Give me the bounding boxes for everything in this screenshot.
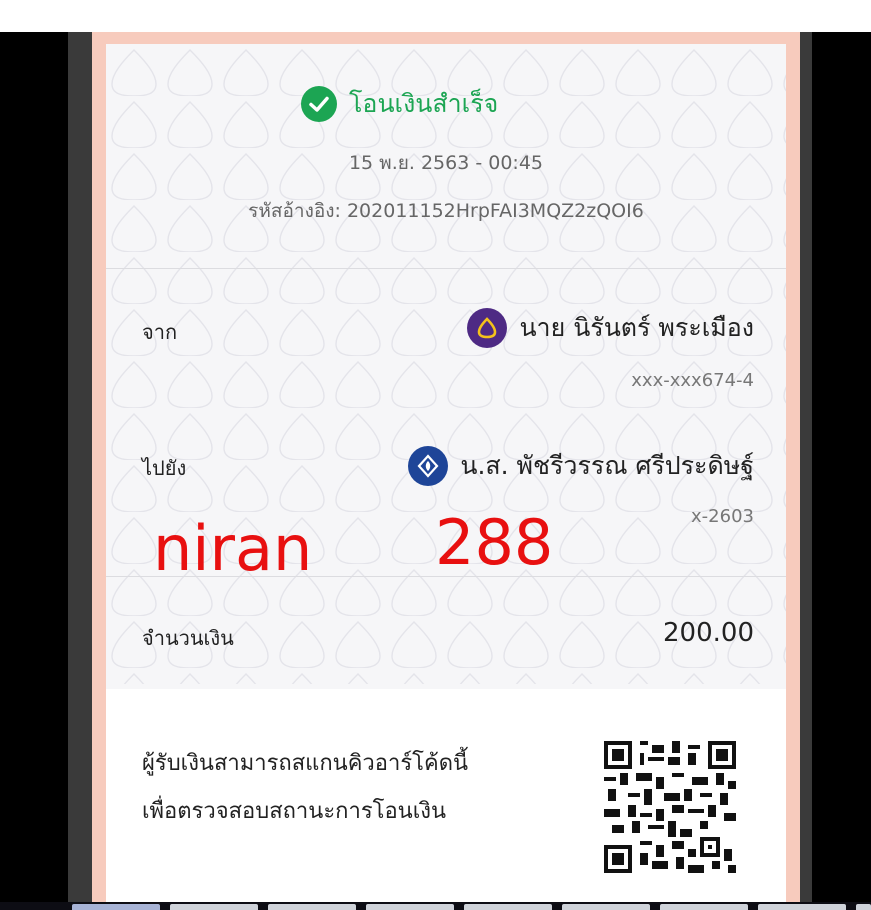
qr-code-icon [604,741,736,873]
right-border [800,32,812,902]
bbl-bank-icon [408,446,449,486]
transfer-slip: โอนเงินสำเร็จ 15 พ.ย. 2563 - 00:45 รหัสอ… [106,44,786,902]
taskbar-thumbnail[interactable] [758,904,846,910]
top-bar [0,0,871,32]
taskbar-thumbnail[interactable] [170,904,258,910]
reference-code: รหัสอ้างอิง: 202011152HrpFAI3MQZ2zQOI6 [248,200,644,222]
sender-name: นาย นิรันตร์ พระเมือง [519,313,754,342]
recipient-name: น.ส. พัชรีวรรณ ศรีประดิษฐ์ [460,451,754,480]
transfer-datetime: 15 พ.ย. 2563 - 00:45 [348,152,544,174]
taskbar-thumbnail[interactable] [268,904,356,910]
taskbar-thumbnail[interactable] [72,904,160,910]
background-pattern [106,44,786,684]
taskbar-thumbnail[interactable] [660,904,748,910]
from-account-holder: นาย นิรันตร์ พระเมือง [467,308,754,348]
taskbar-thumbnail[interactable] [562,904,650,910]
amount-value: 200.00 [663,618,754,648]
taskbar-thumbnail[interactable] [366,904,454,910]
to-label: ไปยัง [142,456,187,480]
recipient-account: x-2603 [691,506,754,527]
from-label: จาก [142,320,178,344]
amount-label: จำนวนเงิน [142,626,234,650]
qr-note: ผู้รับเงินสามารถสแกนคิวอาร์โค้ดนี้ เพื่อ… [142,740,468,836]
overlay-number-text: 288 [435,506,554,579]
check-circle-icon [301,86,337,122]
overlay-name-text: niran [153,512,313,585]
scb-bank-icon [467,308,508,348]
status-text: โอนเงินสำเร็จ [349,89,499,118]
qr-note-line-1: ผู้รับเงินสามารถสแกนคิวอาร์โค้ดนี้ [142,751,469,776]
taskbar-thumbnail[interactable] [856,904,871,910]
left-border [68,32,92,902]
to-account-holder: น.ส. พัชรีวรรณ ศรีประดิษฐ์ [408,446,754,486]
taskbar [0,902,871,910]
status-header: โอนเงินสำเร็จ [301,86,498,122]
taskbar-thumbnail[interactable] [464,904,552,910]
sender-account: xxx-xxx674-4 [631,370,754,391]
divider [106,268,786,269]
qr-note-line-2: เพื่อตรวจสอบสถานะการโอนเงิน [142,799,447,824]
